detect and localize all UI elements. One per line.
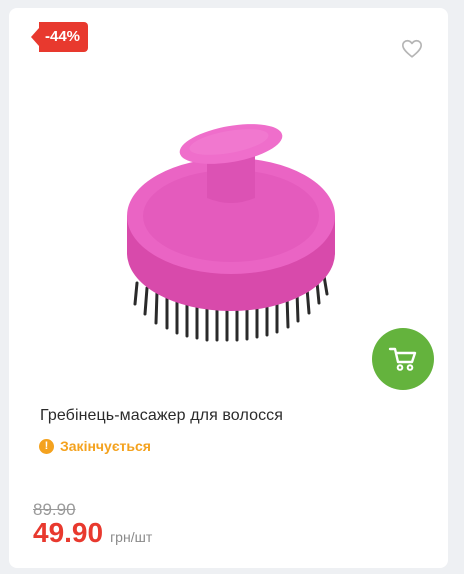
product-title[interactable]: Гребінець-масажер для волосся	[40, 407, 283, 425]
stock-status-label: Закінчується	[60, 438, 151, 454]
price-row: 49.90 грн/шт	[33, 517, 152, 549]
add-to-cart-button[interactable]	[372, 328, 434, 390]
price-unit: грн/шт	[110, 529, 153, 545]
current-price: 49.90	[33, 517, 104, 548]
heart-icon[interactable]	[401, 38, 423, 60]
cart-icon	[388, 347, 417, 371]
warning-icon: !	[39, 438, 54, 454]
product-image[interactable]	[109, 118, 354, 353]
discount-badge: -44%	[31, 22, 97, 52]
discount-label: -44%	[39, 22, 89, 52]
stock-status: ! Закінчується	[39, 438, 151, 454]
product-card[interactable]: -44% Гребінець-масажер для волосся ! Зак…	[9, 8, 448, 568]
